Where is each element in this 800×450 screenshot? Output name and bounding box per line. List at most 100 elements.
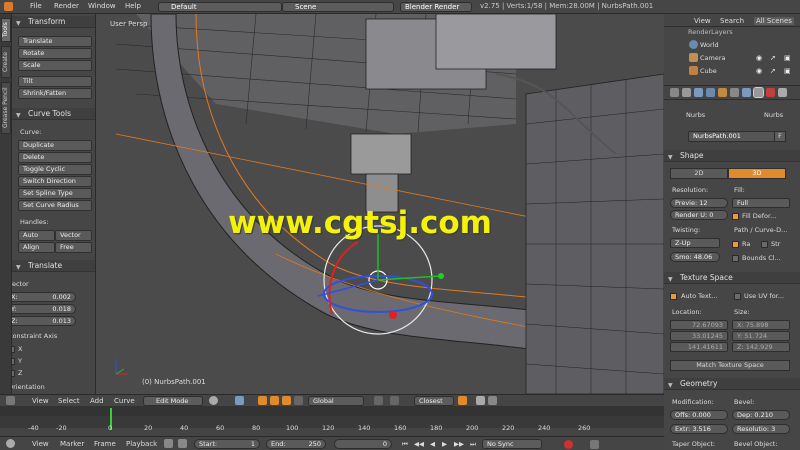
current-frame-field[interactable]: 0 <box>334 439 392 449</box>
layers-tab-icon[interactable] <box>682 88 691 97</box>
twist-method-select[interactable]: Z-Up <box>670 238 720 248</box>
tab-create[interactable]: Create <box>1 46 11 78</box>
fill-deform-checkbox[interactable] <box>732 213 739 220</box>
tab-tools[interactable]: Tools <box>1 18 11 42</box>
handle-auto-button[interactable]: Auto <box>18 230 55 241</box>
render-preview-icon[interactable] <box>458 396 467 405</box>
start-frame-field[interactable]: Start: 1 <box>194 439 260 449</box>
set-spline-type-button[interactable]: Set Spline Type <box>18 188 92 199</box>
timeline-view-menu[interactable]: View <box>32 440 49 448</box>
render-engine-select[interactable]: Blender Render <box>400 2 472 12</box>
rotate-button[interactable]: Rotate <box>18 48 92 59</box>
fake-user-button[interactable]: F <box>774 131 786 142</box>
handle-vector-button[interactable]: Vector <box>55 230 92 241</box>
shading-icon[interactable] <box>209 396 218 405</box>
select-arrow-icon[interactable]: ➚ <box>770 54 776 62</box>
modifiers-tab-icon[interactable] <box>742 88 751 97</box>
render-camera-icon[interactable]: ▣ <box>784 54 791 62</box>
size-z-field[interactable]: Z: 142.929 <box>732 342 790 352</box>
preview-resolution-field[interactable]: Previe: 12 <box>670 198 728 208</box>
vector-x-field[interactable]: X: 0.002 <box>12 292 76 302</box>
jump-start-icon[interactable]: ⏮ <box>402 440 408 449</box>
location-y-field[interactable]: 33.01245 <box>670 331 728 341</box>
outliner-display-select[interactable]: All Scenes <box>754 17 794 25</box>
transform-orientation-select[interactable]: Global <box>308 396 364 406</box>
visibility-eye-icon[interactable]: ◉ <box>756 54 762 62</box>
editor-type-icon[interactable] <box>6 396 15 405</box>
outliner-item-cube[interactable]: Cube <box>700 67 717 75</box>
layers-icon[interactable] <box>488 396 497 405</box>
menu-window[interactable]: Window <box>88 2 116 10</box>
menu-file[interactable]: File <box>30 2 42 10</box>
render-resolution-field[interactable]: Render U: 0 <box>670 210 728 220</box>
timeline-editor[interactable]: -40 -20 0 20 40 60 80 100 120 140 160 18… <box>0 406 664 436</box>
context-data[interactable]: Nurbs <box>764 111 783 119</box>
location-z-field[interactable]: 141.41611 <box>670 342 728 352</box>
jump-end-icon[interactable]: ⏭ <box>470 440 476 449</box>
translate-operator-header[interactable]: ▼ Translate <box>12 260 95 272</box>
constraint-z-checkbox[interactable] <box>12 370 15 377</box>
handle-free-button[interactable]: Free <box>55 242 92 253</box>
mode-select[interactable]: Edit Mode <box>143 396 203 406</box>
render-camera-icon[interactable]: ▣ <box>784 67 791 75</box>
offset-field[interactable]: Offs: 0.000 <box>670 410 728 420</box>
add-menu[interactable]: Add <box>90 397 104 405</box>
vector-z-field[interactable]: Z: 0.013 <box>12 316 76 326</box>
texture-space-panel-header[interactable]: ▼ Texture Space <box>664 272 800 284</box>
size-y-field[interactable]: Y: 51.724 <box>732 331 790 341</box>
timeline-frame-menu[interactable]: Frame <box>94 440 116 448</box>
snap-toggle-icon[interactable] <box>390 396 399 405</box>
geometry-panel-header[interactable]: ▼ Geometry <box>664 378 800 390</box>
stretch-checkbox[interactable] <box>761 241 768 248</box>
auto-texture-space-checkbox[interactable] <box>670 293 677 300</box>
toggle-cyclic-button[interactable]: Toggle Cyclic <box>18 164 92 175</box>
menu-help[interactable]: Help <box>125 2 141 10</box>
transform-panel-header[interactable]: ▼ Transform <box>12 16 95 28</box>
menu-render[interactable]: Render <box>54 2 79 10</box>
render-tab-icon[interactable] <box>670 88 679 97</box>
material-tab-icon[interactable] <box>766 88 775 97</box>
constraint-y-checkbox[interactable] <box>12 358 15 365</box>
outliner-search-menu[interactable]: Search <box>720 17 744 25</box>
outliner-item-camera[interactable]: Camera <box>700 54 726 62</box>
scene-tab-icon[interactable] <box>694 88 703 97</box>
play-icon[interactable]: ▶ <box>442 440 447 448</box>
datablock-name-field[interactable]: NurbsPath.001 <box>688 131 786 142</box>
manipulator-toggle-icon[interactable] <box>258 396 267 405</box>
next-keyframe-icon[interactable]: ▶▶ <box>454 440 464 448</box>
world-tab-icon[interactable] <box>706 88 715 97</box>
texture-tab-icon[interactable] <box>778 88 787 97</box>
context-object[interactable]: Nurbs <box>686 111 705 119</box>
tilt-button[interactable]: Tilt <box>18 76 92 87</box>
shape-3d-button[interactable]: 3D <box>728 168 786 179</box>
curve-tools-panel-header[interactable]: ▼ Curve Tools <box>12 108 95 120</box>
bounds-clamp-checkbox[interactable] <box>732 255 739 262</box>
select-menu[interactable]: Select <box>58 397 80 405</box>
location-x-field[interactable]: 72.67093 <box>670 320 728 330</box>
radius-checkbox[interactable] <box>732 241 739 248</box>
use-uv-checkbox[interactable] <box>734 293 741 300</box>
pivot-icon[interactable] <box>235 396 244 405</box>
keying-set-icon[interactable] <box>590 440 599 449</box>
prev-keyframe-icon[interactable]: ◀◀ <box>414 440 424 448</box>
blender-logo-icon[interactable] <box>4 2 13 11</box>
shape-2d-button[interactable]: 2D <box>670 168 728 179</box>
translate-manipulator-icon[interactable] <box>270 396 279 405</box>
fill-mode-select[interactable]: Full <box>732 198 790 208</box>
extrude-field[interactable]: Extr: 3.516 <box>670 424 728 434</box>
curve-menu[interactable]: Curve <box>114 397 135 405</box>
outliner-item-world[interactable]: World <box>700 41 719 49</box>
view-menu[interactable]: View <box>32 397 49 405</box>
select-arrow-icon[interactable]: ➚ <box>770 67 776 75</box>
translate-button[interactable]: Translate <box>18 36 92 47</box>
scene-selector[interactable]: Scene <box>282 2 394 12</box>
proportional-edit-icon[interactable] <box>374 396 383 405</box>
rotate-manipulator-icon[interactable] <box>282 396 291 405</box>
preview-range-icon[interactable] <box>164 439 173 448</box>
bevel-depth-field[interactable]: Dep: 0.210 <box>732 410 790 420</box>
render-icon[interactable] <box>476 396 485 405</box>
vector-y-field[interactable]: Y: 0.018 <box>12 304 76 314</box>
outliner-item-renderlayers[interactable]: RenderLayers <box>688 28 733 36</box>
duplicate-button[interactable]: Duplicate <box>18 140 92 151</box>
match-texture-space-button[interactable]: Match Texture Space <box>670 360 790 371</box>
